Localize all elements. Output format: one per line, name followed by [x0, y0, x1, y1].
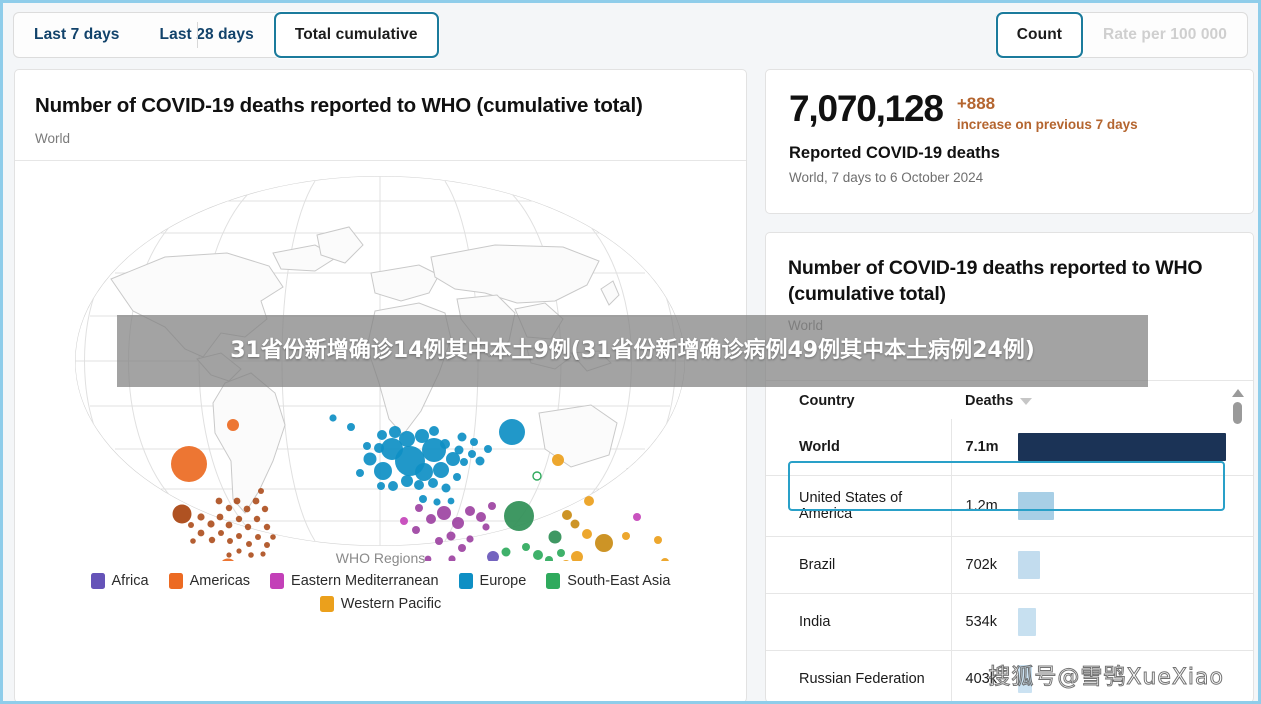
legend-swatch-africa [90, 572, 105, 589]
table-row-india[interactable]: India 534k [766, 593, 1253, 651]
table-row-usa[interactable]: United States of America 1.2m [766, 475, 1253, 537]
map-legend: WHO Regions Africa Americas Eastern Medi… [15, 550, 746, 612]
tab-last-28-days[interactable]: Last 28 days [140, 12, 274, 58]
deaths-table: Country Deaths World 7.1m United States … [766, 381, 1253, 701]
world-map-svg [75, 175, 685, 561]
table-row-world[interactable]: World 7.1m [766, 419, 1253, 511]
table-scroll-area[interactable]: Country Deaths World 7.1m United States … [766, 381, 1253, 701]
legend-label-eastern-mediterranean: Eastern Mediterranean [291, 572, 439, 589]
cell-deaths-russia: 403k [950, 650, 1253, 701]
cell-deaths-world: 7.1m [788, 419, 1253, 511]
stat-label: Reported COVID-19 deaths [789, 144, 1000, 163]
deaths-table-card: Number of COVID-19 deaths reported to WH… [765, 232, 1254, 701]
stat-delta-value: +888 [956, 94, 996, 113]
value-india: 534k [965, 614, 997, 630]
value-usa: 1.2m [965, 498, 998, 514]
legend-items: Africa Americas Eastern Mediterranean Eu… [15, 572, 746, 612]
legend-swatch-south-east-asia [546, 572, 561, 589]
legend-label-south-east-asia: South-East Asia [567, 572, 671, 589]
tab-total-cumulative[interactable]: Total cumulative [273, 12, 439, 58]
cell-country-usa: United States of America [766, 475, 951, 537]
cell-country-world: World [799, 439, 840, 455]
measure-tab-group[interactable]: Count Rate per 100 000 [994, 12, 1248, 58]
world-bubble-map[interactable] [15, 161, 746, 561]
scrollbar-thumb[interactable] [1233, 402, 1242, 424]
legend-title: WHO Regions [335, 549, 426, 566]
stat-total-value: 7,070,128 [789, 88, 944, 129]
cell-deaths-usa: 1.2m [950, 475, 1253, 537]
legend-label-western-pacific: Western Pacific [340, 595, 442, 612]
legend-item-africa[interactable]: Africa [90, 572, 149, 589]
table-header-row: Country Deaths [766, 381, 1253, 419]
table-row-russia[interactable]: Russian Federation 403k [766, 650, 1253, 701]
table-card-header: Number of COVID-19 deaths reported to WH… [766, 233, 1253, 381]
tab-last-7-days[interactable]: Last 7 days [14, 12, 140, 58]
stat-delta-text: increase on previous 7 days [956, 117, 1138, 133]
legend-swatch-europe [458, 572, 473, 589]
legend-swatch-eastern-mediterranean [270, 572, 285, 589]
stat-delta: +888 increase on previous 7 days [957, 90, 1138, 132]
column-header-deaths[interactable]: Deaths [951, 381, 1253, 419]
value-russia: 403k [965, 671, 997, 687]
value-brazil: 702k [965, 557, 997, 573]
summary-stat-card: 7,070,128 +888 increase on previous 7 da… [765, 69, 1254, 214]
map-card-header: Number of COVID-19 deaths reported to WH… [15, 70, 746, 161]
tab-count[interactable]: Count [995, 12, 1084, 58]
value-world: 7.1m [965, 439, 999, 455]
map-card-subtitle: World [35, 130, 71, 146]
legend-label-europe: Europe [479, 572, 527, 589]
legend-label-africa: Africa [111, 572, 149, 589]
period-tab-group[interactable]: Last 7 days Last 28 days Total cumulativ… [13, 12, 440, 58]
map-card-title: Number of COVID-19 deaths reported to WH… [35, 94, 643, 117]
legend-item-americas[interactable]: Americas [168, 572, 251, 589]
legend-item-south-east-asia[interactable]: South-East Asia [546, 572, 671, 589]
tab-rate-per-100000[interactable]: Rate per 100 000 [1083, 12, 1247, 58]
legend-item-western-pacific[interactable]: Western Pacific [319, 595, 442, 612]
bar-india [1017, 608, 1036, 636]
legend-item-europe[interactable]: Europe [458, 572, 527, 589]
map-card-body: WHO Regions Africa Americas Eastern Medi… [15, 161, 746, 626]
stat-row: 7,070,128 +888 increase on previous 7 da… [789, 90, 1230, 132]
cell-deaths-brazil: 702k [950, 536, 1253, 594]
cell-country-india: India [766, 593, 951, 651]
cell-deaths-india: 534k [950, 593, 1253, 651]
table-card-subtitle: World [788, 317, 824, 333]
legend-label-americas: Americas [189, 572, 251, 589]
who-covid-dashboard: Last 7 days Last 28 days Total cumulativ… [0, 0, 1261, 704]
stat-scope: World, 7 days to 6 October 2024 [789, 170, 984, 186]
table-card-title: Number of COVID-19 deaths reported to WH… [788, 257, 1203, 306]
scroll-up-arrow-icon[interactable] [1231, 389, 1244, 397]
bar-world [1017, 433, 1226, 461]
bar-usa [1017, 492, 1054, 520]
column-header-country[interactable]: Country [766, 381, 951, 419]
bar-russia [1017, 665, 1032, 693]
table-row-brazil[interactable]: Brazil 702k [766, 536, 1253, 594]
column-header-deaths-label: Deaths [965, 393, 1014, 409]
sort-descending-icon[interactable] [1020, 397, 1033, 405]
table-vertical-scrollbar[interactable] [1231, 389, 1244, 689]
cell-country-brazil: Brazil [766, 536, 951, 594]
legend-swatch-americas [168, 572, 183, 589]
cell-country-russia: Russian Federation [766, 650, 951, 701]
bar-brazil [1017, 551, 1040, 579]
toolbar: Last 7 days Last 28 days Total cumulativ… [3, 6, 1258, 64]
map-card: Number of COVID-19 deaths reported to WH… [14, 69, 747, 701]
legend-swatch-western-pacific [319, 595, 334, 612]
legend-item-eastern-mediterranean[interactable]: Eastern Mediterranean [270, 572, 439, 589]
